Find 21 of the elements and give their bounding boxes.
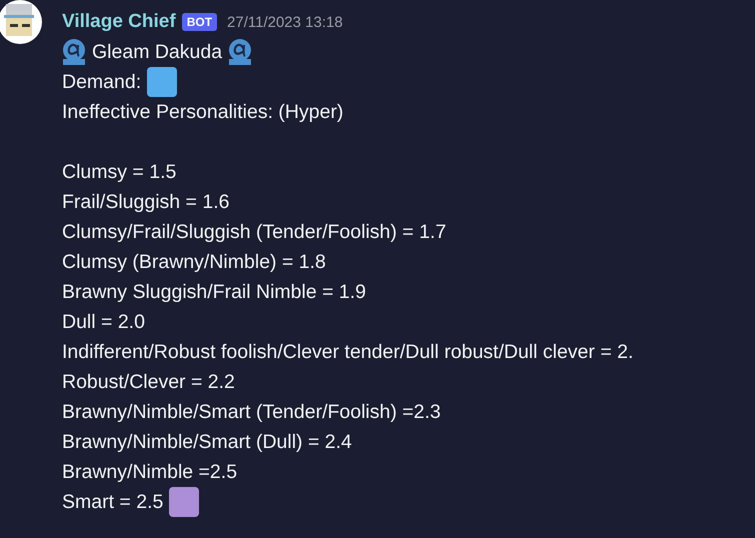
message-text: Brawny Sluggish/Frail Nimble = 1.9: [62, 280, 366, 304]
alpha-icon: [228, 39, 252, 65]
demand-label: Demand:: [62, 70, 142, 94]
message-text: Clumsy (Brawny/Nimble) = 1.8: [62, 250, 326, 274]
alpha-icon: [62, 39, 86, 65]
message-text: Smart = 2.5: [62, 490, 164, 514]
message-text: Brawny/Nimble =2.5: [62, 460, 238, 484]
message-text: Ineffective Personalities: (Hyper): [62, 100, 344, 124]
message-text: Frail/Sluggish = 1.6: [62, 190, 230, 214]
timestamp: 27/11/2023 13:18: [227, 14, 343, 30]
author-name[interactable]: Village Chief: [62, 11, 176, 33]
message-title: Gleam Dakuda: [92, 40, 222, 64]
bot-badge: BOT: [182, 13, 218, 31]
message-text: Brawny/Nimble/Smart (Tender/Foolish) =2.3: [62, 400, 441, 424]
message-text: Clumsy = 1.5: [62, 160, 176, 184]
message-text: Dull = 2.0: [62, 310, 145, 334]
message-text: Robust/Clever = 2.2: [62, 370, 235, 394]
message-text: Indifferent/Robust foolish/Clever tender/Dull robust/Dull clever = 2.: [62, 340, 634, 364]
message-text: Clumsy/Frail/Sluggish (Tender/Foolish) = 1.7: [62, 220, 446, 244]
bot-avatar[interactable]: [0, 0, 42, 44]
message-text: Brawny/Nimble/Smart (Dull) = 2.4: [62, 430, 352, 454]
